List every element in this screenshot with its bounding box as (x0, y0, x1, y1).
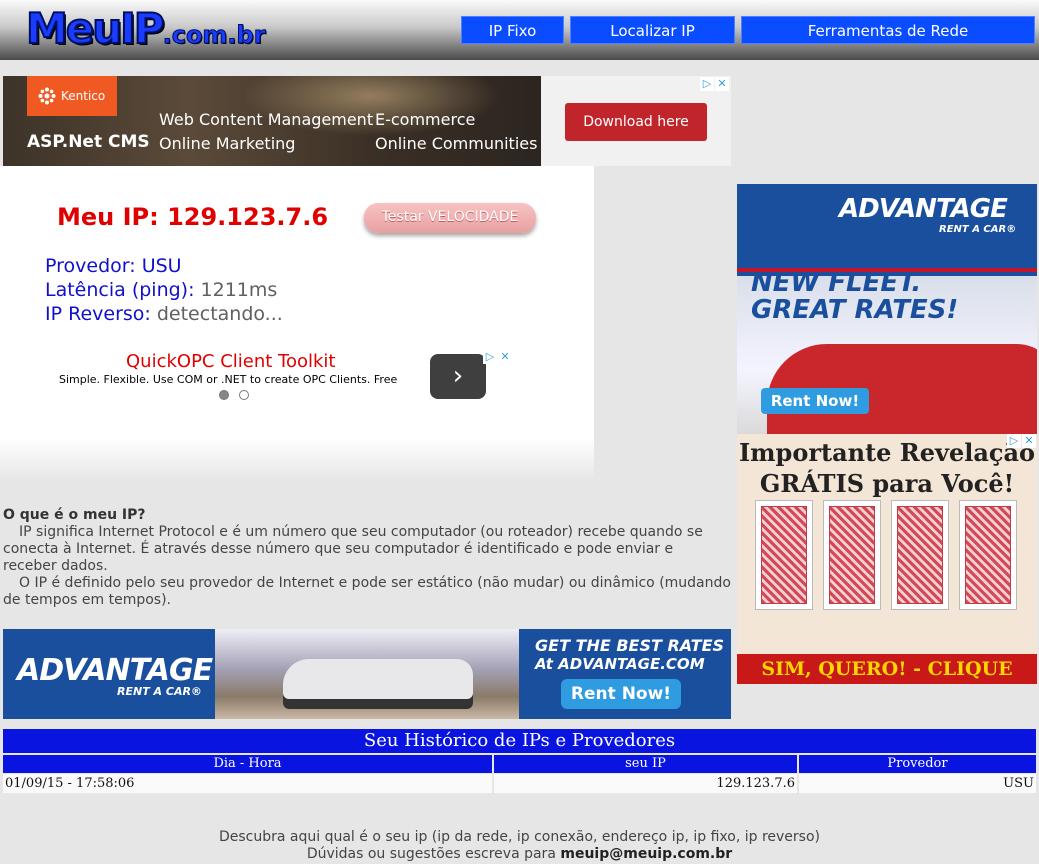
my-ip-value: 129.123.7.6 (167, 203, 329, 231)
speed-test-button[interactable]: Testar VELOCIDADE (364, 203, 536, 233)
tarot-card (823, 500, 881, 610)
best-rates-line-1: GET THE BEST RATES (535, 636, 725, 655)
ad-advantage-side[interactable]: ADVANTAGE RENT A CAR® NEW FLEET. GREAT R… (737, 184, 1037, 434)
revelacao-line-2: GRÁTIS para Você! (759, 469, 1015, 498)
kentico-logo: Kentico (27, 76, 117, 116)
ad-suv-image (283, 659, 473, 709)
opc-adchoices[interactable]: ▷ ✕ (483, 350, 512, 364)
ad-advantage-banner[interactable]: ADVANTAGE RENT A CAR® GET THE BEST RATES… (3, 629, 731, 719)
latency-row: Latência (ping): 1211ms (45, 279, 277, 301)
download-here-button[interactable]: Download here (565, 103, 707, 141)
advantage-banner-logo: ADVANTAGE (17, 653, 213, 688)
nav-ferramentas-de-rede[interactable]: Ferramentas de Rede (741, 16, 1035, 44)
site-footer: Descubra aqui qual é o seu ip (ip da red… (0, 829, 1039, 863)
adchoices[interactable]: ▷ ✕ (700, 77, 729, 91)
ad-feature-4: Online Communities (375, 134, 538, 153)
advantage-banner-sub: RENT A CAR® (117, 685, 202, 698)
ad-headline: NEW FLEET. GREAT RATES! (751, 270, 958, 324)
about-paragraph-2: O IP é definido pelo seu provedor de Int… (3, 575, 731, 608)
ad-headline-1: NEW FLEET. (751, 268, 922, 298)
opc-next-arrow-icon[interactable]: › (430, 354, 486, 399)
history-title: Seu Histórico de IPs e Provedores (3, 729, 1036, 753)
revelacao-headline: Importante Revelação GRÁTIS para Você! (737, 437, 1037, 499)
latency-label: Latência (ping): (45, 279, 195, 301)
ad-feature-3: E-commerce (375, 110, 476, 129)
site-logo[interactable]: MeuIP.com.br (25, 3, 266, 54)
footer-email-link[interactable]: meuip@meuip.com.br (560, 846, 732, 862)
kentico-brand: Kentico (61, 89, 106, 103)
ad-feature-2: Online Marketing (159, 134, 296, 153)
ad-photo: Kentico ASP.Net CMS Web Content Manageme… (3, 76, 541, 166)
footer-line-2: Dúvidas ou sugestões escreva para meuip@… (0, 846, 1039, 863)
revelacao-close-icon[interactable]: ✕ (1022, 434, 1036, 448)
my-ip-display: Meu IP: 129.123.7.6 (57, 203, 328, 231)
ad-revelacao[interactable]: Importante Revelação GRÁTIS para Você! S… (737, 434, 1037, 684)
provider-row: Provedor: USU (45, 255, 182, 277)
history-col-ip: seu IP (494, 755, 797, 773)
logo-main: MeuIP (25, 3, 166, 54)
opc-close-icon[interactable]: ✕ (498, 350, 512, 364)
about-section: O que é o meu IP? IP significa Internet … (3, 507, 731, 609)
reverse-ip-label: IP Reverso: (45, 303, 151, 325)
banner-rent-now-button[interactable]: Rent Now! (561, 679, 681, 709)
footer-contact-text: Dúvidas ou sugestões escreva para (306, 846, 556, 862)
nav-ip-fixo-wrap: IP Fixo (461, 16, 564, 44)
ad-close-icon[interactable]: ✕ (715, 77, 729, 91)
nav-localizar-ip[interactable]: Localizar IP (570, 16, 735, 44)
carousel-dot-active[interactable] (219, 390, 229, 400)
history-col-provider: Provedor (799, 755, 1036, 773)
my-ip-label: Meu IP: (57, 203, 159, 231)
latency-value: 1211ms (200, 279, 278, 301)
about-heading: O que é o meu IP? (3, 507, 146, 523)
ad-banner-top[interactable]: Kentico ASP.Net CMS Web Content Manageme… (3, 76, 731, 166)
history-cell-ip: 129.123.7.6 (494, 774, 797, 793)
nav-localizar-wrap: Localizar IP (570, 16, 735, 44)
nav-ferramentas-wrap: Ferramentas de Rede (741, 16, 1035, 44)
ad-feature-1: Web Content Management (159, 110, 374, 129)
rent-now-button[interactable]: Rent Now! (761, 388, 869, 414)
revelacao-adchoices-icon[interactable]: ▷ (1007, 434, 1021, 448)
logo-suffix: .com.br (162, 21, 266, 50)
site-header: MeuIP.com.br IP Fixo Localizar IP Ferram… (0, 0, 1039, 60)
revelacao-line-1: Importante Revelação (738, 438, 1036, 467)
revelacao-cta[interactable]: SIM, QUERO! - CLIQUE AGORA (737, 654, 1037, 684)
kentico-flower-icon (38, 87, 56, 105)
opc-carousel-dots (219, 390, 249, 400)
ad-headline-2: GREAT RATES! (751, 295, 959, 325)
history-cell-provider: USU (799, 774, 1036, 793)
reverse-ip-value: detectando... (156, 303, 283, 325)
tarot-card (755, 500, 813, 610)
tarot-card (959, 500, 1017, 610)
opc-ad-title[interactable]: QuickOPC Client Toolkit (126, 351, 336, 372)
ad-best-rates: GET THE BEST RATES At ADVANTAGE.COM (535, 636, 725, 674)
reverse-ip-row: IP Reverso: detectando... (45, 303, 283, 325)
footer-line-1: Descubra aqui qual é o seu ip (ip da red… (218, 829, 820, 845)
nav-ip-fixo[interactable]: IP Fixo (461, 16, 564, 44)
provider-value: USU (141, 255, 182, 277)
advantage-sub: RENT A CAR® (939, 224, 1017, 235)
ad-product: ASP.Net CMS (27, 132, 150, 152)
revelacao-adchoices[interactable]: ▷ ✕ (1007, 434, 1036, 448)
carousel-dot[interactable] (239, 390, 249, 400)
history-col-datetime: Dia - Hora (3, 755, 492, 773)
about-paragraph-1: IP significa Internet Protocol e é um nú… (3, 524, 703, 574)
adchoices-icon[interactable]: ▷ (700, 77, 714, 91)
opc-adchoices-icon[interactable]: ▷ (483, 350, 497, 364)
advantage-logo: ADVANTAGE (839, 194, 1008, 224)
provider-label: Provedor: (45, 255, 136, 277)
history-cell-datetime: 01/09/15 - 17:58:06 (3, 774, 492, 793)
opc-ad-subtitle: Simple. Flexible. Use COM or .NET to cre… (59, 373, 398, 386)
tarot-card (891, 500, 949, 610)
best-rates-line-2: At ADVANTAGE.COM (535, 655, 705, 673)
